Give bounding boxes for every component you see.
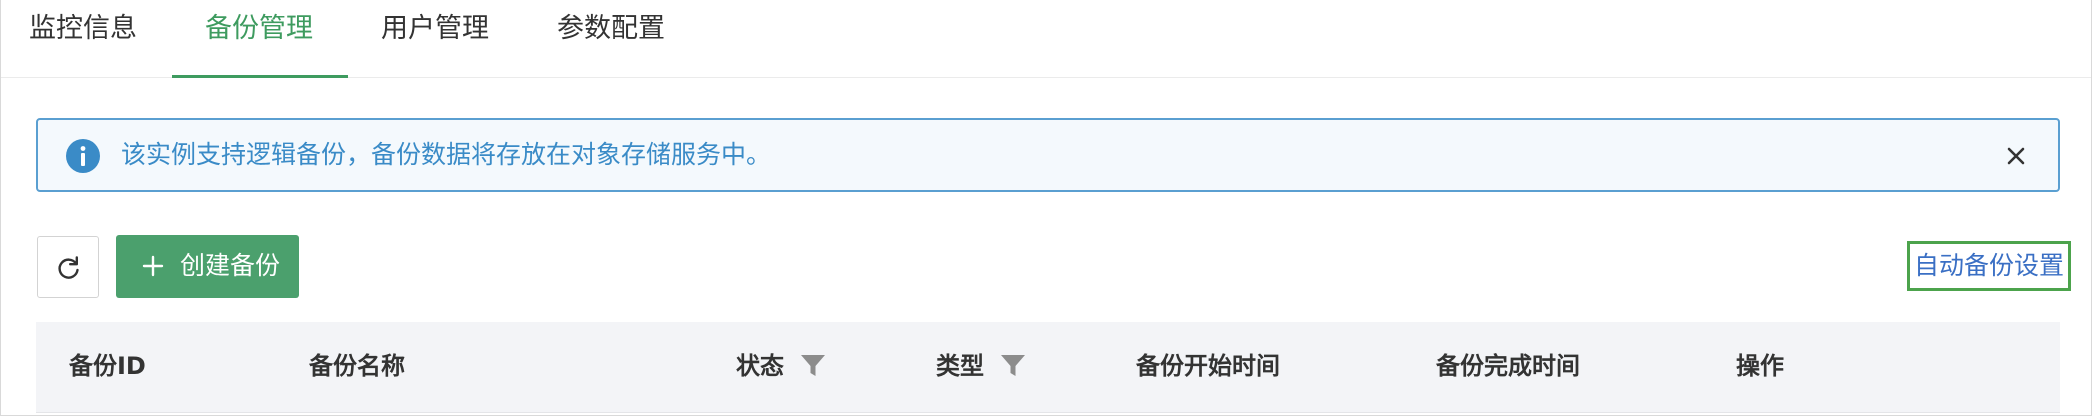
column-header-type: 类型 bbox=[936, 352, 984, 380]
active-tab-indicator bbox=[172, 75, 348, 78]
table-header: 备份ID 备份名称 状态 类型 备份开始时间 备份完成时间 操作 bbox=[36, 322, 2060, 413]
backup-management-panel: 监控信息 备份管理 用户管理 参数配置 该实例支持逻辑备份，备份数据将存放在对象… bbox=[0, 0, 2092, 416]
tab-bar: 监控信息 备份管理 用户管理 参数配置 bbox=[1, 0, 2091, 78]
plus-icon bbox=[142, 255, 164, 277]
refresh-button[interactable] bbox=[37, 236, 99, 298]
column-header-end-time: 备份完成时间 bbox=[1436, 352, 1580, 380]
column-header-backup-name: 备份名称 bbox=[309, 352, 405, 380]
alert-message: 该实例支持逻辑备份，备份数据将存放在对象存储服务中。 bbox=[121, 140, 772, 169]
tab-user-management[interactable]: 用户管理 bbox=[381, 12, 489, 46]
refresh-icon bbox=[58, 256, 79, 279]
column-header-backup-id: 备份ID bbox=[69, 352, 146, 380]
auto-backup-settings-link[interactable]: 自动备份设置 bbox=[1907, 241, 2071, 291]
type-filter-icon[interactable] bbox=[1000, 354, 1026, 378]
column-header-start-time: 备份开始时间 bbox=[1136, 352, 1280, 380]
tab-parameter-config[interactable]: 参数配置 bbox=[557, 12, 665, 46]
create-backup-button[interactable]: 创建备份 bbox=[116, 235, 299, 298]
tab-backup-management[interactable]: 备份管理 bbox=[205, 12, 313, 46]
status-filter-icon[interactable] bbox=[800, 354, 826, 378]
tab-monitoring[interactable]: 监控信息 bbox=[29, 12, 137, 46]
column-header-actions: 操作 bbox=[1736, 352, 1784, 380]
info-alert: 该实例支持逻辑备份，备份数据将存放在对象存储服务中。 bbox=[36, 118, 2060, 192]
info-icon bbox=[66, 139, 100, 173]
create-backup-label: 创建备份 bbox=[180, 251, 281, 280]
column-header-status: 状态 bbox=[736, 352, 784, 380]
close-icon[interactable] bbox=[2002, 142, 2030, 170]
